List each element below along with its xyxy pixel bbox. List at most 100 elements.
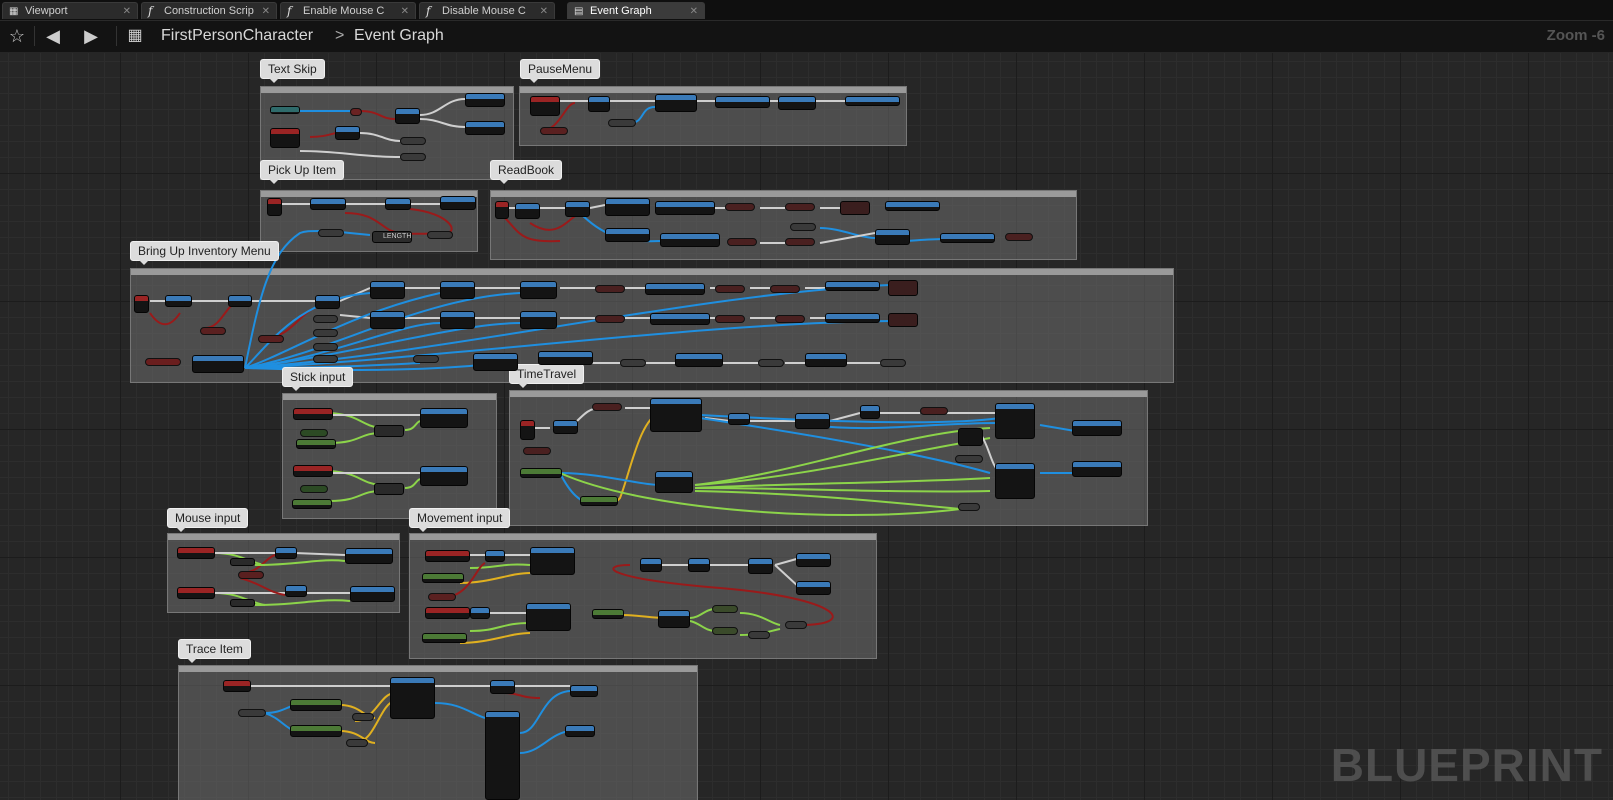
variable-node[interactable] <box>595 315 625 323</box>
wire[interactable] <box>694 477 991 489</box>
boolean-node[interactable] <box>400 137 426 145</box>
blueprint-node[interactable] <box>645 283 705 295</box>
blueprint-node[interactable] <box>995 403 1035 439</box>
blueprint-node[interactable] <box>825 313 880 323</box>
blueprint-node[interactable] <box>520 420 535 440</box>
blueprint-node[interactable] <box>350 586 395 602</box>
back-arrow-icon[interactable]: ◀ <box>42 25 64 47</box>
blueprint-node[interactable] <box>530 547 575 575</box>
blueprint-node[interactable] <box>165 295 192 307</box>
blueprint-node[interactable] <box>655 201 715 215</box>
blueprint-node[interactable] <box>465 121 505 135</box>
comment-title[interactable]: Pick Up Item <box>260 160 345 184</box>
blueprint-node[interactable] <box>655 471 693 493</box>
forward-arrow-icon[interactable]: ▶ <box>80 25 102 47</box>
blueprint-node[interactable] <box>875 229 910 245</box>
tab-viewport[interactable]: ▦ Viewport ✕ <box>2 2 138 19</box>
blueprint-node[interactable] <box>660 233 720 247</box>
wire[interactable] <box>329 432 381 444</box>
comment-title[interactable]: Bring Up Inventory Menu <box>130 241 279 265</box>
blueprint-node[interactable] <box>465 93 505 107</box>
blueprint-node[interactable] <box>526 603 571 631</box>
blueprint-node[interactable] <box>420 466 468 486</box>
blueprint-node[interactable] <box>267 198 282 216</box>
comment-title[interactable]: Mouse input <box>167 508 249 532</box>
blueprint-node[interactable] <box>825 281 880 291</box>
variable-node[interactable] <box>725 203 755 211</box>
close-icon[interactable]: ✕ <box>123 3 131 19</box>
wire[interactable] <box>469 622 531 632</box>
event-node[interactable] <box>145 358 181 366</box>
blueprint-node[interactable] <box>520 281 557 299</box>
blueprint-node[interactable] <box>515 203 540 219</box>
blueprint-node[interactable] <box>888 280 918 296</box>
blueprint-node[interactable] <box>374 425 404 437</box>
variable-node[interactable] <box>758 359 784 367</box>
blueprint-node[interactable] <box>370 311 405 329</box>
wire[interactable] <box>1039 424 1076 474</box>
variable-node[interactable] <box>352 713 374 721</box>
blueprint-node[interactable] <box>485 550 505 562</box>
variable-node[interactable] <box>955 455 983 463</box>
blueprint-node[interactable] <box>940 233 995 243</box>
blueprint-node[interactable] <box>422 573 464 583</box>
breadcrumb-blueprint[interactable]: FirstPersonCharacter <box>161 27 313 45</box>
variable-node[interactable] <box>958 503 980 511</box>
blueprint-node[interactable] <box>715 96 770 108</box>
blueprint-node[interactable] <box>345 548 393 564</box>
blueprint-node[interactable] <box>688 558 710 572</box>
variable-node[interactable] <box>1005 233 1033 241</box>
blueprint-node[interactable] <box>570 685 598 697</box>
blueprint-node[interactable] <box>228 295 252 307</box>
blueprint-node[interactable] <box>650 313 710 325</box>
blueprint-node[interactable] <box>650 398 702 432</box>
comment-title[interactable]: PauseMenu <box>520 59 601 83</box>
blueprint-node[interactable] <box>385 198 411 210</box>
blueprint-node[interactable] <box>230 558 255 566</box>
close-icon[interactable]: ✕ <box>540 3 548 19</box>
blueprint-node[interactable] <box>605 228 650 242</box>
blueprint-node[interactable] <box>370 281 405 299</box>
wire[interactable] <box>819 227 876 239</box>
blueprint-node[interactable] <box>223 680 251 692</box>
blueprint-node[interactable] <box>275 547 297 559</box>
blueprint-node[interactable] <box>290 725 342 737</box>
variable-node[interactable] <box>346 739 368 747</box>
blueprint-node[interactable] <box>538 351 593 365</box>
variable-node[interactable] <box>715 315 745 323</box>
comment-title[interactable]: ReadBook <box>490 160 563 184</box>
variable-node[interactable] <box>313 329 338 337</box>
boolean-node[interactable] <box>400 153 426 161</box>
wire[interactable] <box>359 132 401 142</box>
comment-title[interactable]: TimeTravel <box>509 364 585 388</box>
blueprint-node[interactable] <box>335 126 360 140</box>
blueprint-node[interactable] <box>1072 461 1122 477</box>
variable-node[interactable] <box>238 571 264 579</box>
blueprint-node[interactable] <box>422 633 467 643</box>
variable-node[interactable] <box>238 709 266 717</box>
variable-node[interactable] <box>620 359 646 367</box>
blueprint-node[interactable] <box>778 96 816 110</box>
wire[interactable] <box>459 632 531 644</box>
blueprint-node[interactable] <box>270 106 300 114</box>
wire[interactable] <box>739 612 781 626</box>
wire[interactable] <box>694 487 991 493</box>
blueprint-node[interactable] <box>565 201 590 217</box>
blueprint-node[interactable] <box>885 201 940 211</box>
variable-node[interactable] <box>313 355 338 363</box>
blueprint-node[interactable] <box>420 408 468 428</box>
variable-node[interactable] <box>258 335 284 343</box>
blueprint-node[interactable] <box>592 609 624 619</box>
variable-node[interactable] <box>712 605 738 613</box>
blueprint-node[interactable] <box>580 496 618 506</box>
variable-node[interactable] <box>785 238 815 246</box>
blueprint-node[interactable] <box>293 408 333 420</box>
comment-title[interactable]: Text Skip <box>260 59 325 83</box>
length-node[interactable]: LENGTH <box>372 231 412 243</box>
variable-node[interactable] <box>318 229 344 237</box>
variable-node[interactable] <box>775 315 805 323</box>
variable-node[interactable] <box>770 285 800 293</box>
blueprint-node[interactable] <box>285 585 307 597</box>
wire[interactable] <box>254 599 351 606</box>
blueprint-node[interactable] <box>565 725 595 737</box>
